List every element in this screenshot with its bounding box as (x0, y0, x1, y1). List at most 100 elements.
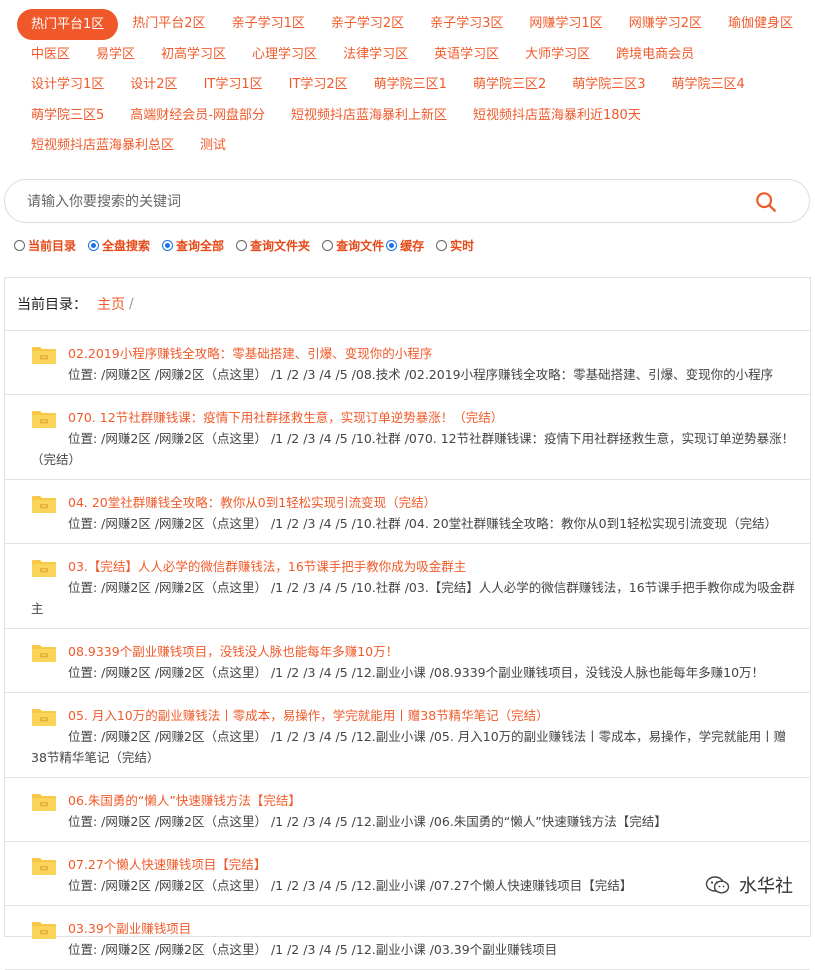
folder-list: 02.2019小程序赚钱全攻略：零基础搭建、引爆、变现你的小程序位置: /网赚2… (5, 331, 810, 970)
list-item[interactable]: 03.【完结】人人必学的微信群赚钱法，16节课手把手教你成为吸金群主位置: /网… (5, 544, 810, 629)
category-tab[interactable]: 高端财经会员-网盘部分 (130, 101, 265, 131)
tab-row: 设计学习1区 设计2区 IT学习1区 IT学习2区 萌学院三区1 萌学院三区2 萌学院三区3… (14, 70, 804, 101)
folder-title-link[interactable]: 08.9339个副业赚钱项目，没钱没人脉也能每年多赚10万！ (31, 641, 800, 662)
category-tab[interactable]: 萌学院三区4 (672, 70, 745, 100)
folder-icon (31, 792, 57, 812)
category-tab[interactable]: 大师学习区 (525, 40, 590, 70)
radio-button[interactable] (386, 239, 398, 251)
folder-title-link[interactable]: 03.【完结】人人必学的微信群赚钱法，16节课手把手教你成为吸金群主 (31, 556, 800, 577)
breadcrumb-home-link[interactable]: 主页 (97, 294, 125, 314)
option-label: 查询全部 (176, 238, 225, 253)
radio-button[interactable] (162, 239, 174, 251)
category-tab[interactable]: 网赚学习2区 (629, 9, 702, 39)
search-icon[interactable] (755, 191, 777, 213)
option-label: 当前目录 (28, 238, 77, 253)
folder-icon (31, 707, 57, 727)
category-tab[interactable]: 网赚学习1区 (529, 9, 602, 39)
folder-title-link[interactable]: 06.朱国勇的“懒人”快速赚钱方法【完结】 (31, 790, 800, 811)
category-tabs: 热门平台1区 热门平台2区 亲子学习1区 亲子学习2区 亲子学习3区 网赚学习1区 网赚学习… (14, 8, 804, 162)
option-label: 实时 (450, 238, 475, 253)
breadcrumb-label: 当前目录： (17, 297, 87, 313)
option-label: 查询文件 (336, 238, 385, 253)
list-item[interactable]: 07.27个懒人快速赚钱项目【完结】 位置: /网赚2区 /网赚2区（点这里） /… (5, 842, 810, 906)
tab-row: 短视频抖店蓝海暴利总区 测试 (14, 131, 804, 162)
radio-button[interactable] (436, 239, 448, 251)
option-label: 查询文件夹 (250, 238, 311, 253)
category-tab[interactable]: 萌学院三区3 (572, 70, 645, 100)
option-label: 缓存 (400, 238, 425, 253)
option-5[interactable]: 查询文件 (322, 237, 384, 254)
option-3[interactable]: 查询全部 (162, 237, 224, 254)
category-tab[interactable]: 法律学习区 (343, 40, 408, 70)
option-1[interactable]: 当前目录 (14, 237, 76, 254)
folder-path: 位置: /网赚2区 /网赚2区（点这里） /1 /2 /3 /4 /5 /12.… (31, 729, 787, 765)
list-item[interactable]: 06.朱国勇的“懒人”快速赚钱方法【完结】位置: /网赚2区 /网赚2区（点这里… (5, 778, 810, 842)
category-tab[interactable]: 亲子学习3区 (430, 9, 503, 39)
category-tab[interactable]: 热门平台1区 (17, 8, 119, 40)
radio-button[interactable] (236, 239, 248, 251)
radio-button[interactable] (322, 239, 334, 251)
category-tab[interactable]: IT学习2区 (289, 70, 348, 100)
category-tab[interactable]: 萌学院三区2 (473, 70, 546, 100)
folder-icon (31, 558, 57, 578)
category-tab[interactable]: 心理学习区 (252, 40, 317, 70)
category-tab[interactable]: 设计学习1区 (31, 70, 104, 100)
list-item[interactable]: 03.39个副业赚钱项目 位置: /网赚2区 /网赚2区（点这里） /1 /2 /… (5, 906, 810, 970)
category-tab[interactable]: 短视频抖店蓝海暴利上新区 (291, 101, 447, 131)
list-item[interactable]: 08.9339个副业赚钱项目，没钱没人脉也能每年多赚10万！ 位置: /网赚2区 … (5, 629, 810, 693)
option-4[interactable]: 查询文件夹 (236, 237, 310, 254)
wechat-icon (705, 876, 730, 894)
list-item[interactable]: 070. 12节社群赚钱课：疫情下用社群拯救生意，实现订单逆势暴涨！（完结） 位置… (5, 395, 810, 480)
folder-icon (31, 494, 57, 514)
category-tab[interactable]: 萌学院三区5 (31, 101, 104, 131)
category-tab[interactable]: 亲子学习2区 (331, 9, 404, 39)
folder-title-link[interactable]: 02.2019小程序赚钱全攻略：零基础搭建、引爆、变现你的小程序 (31, 343, 800, 364)
category-tab[interactable]: 短视频抖店蓝海暴利总区 (31, 131, 174, 161)
category-tab[interactable]: 萌学院三区1 (374, 70, 447, 100)
folder-path: 位置: /网赚2区 /网赚2区（点这里） /1 /2 /3 /4 /5 /10.… (31, 580, 795, 616)
search-input[interactable] (25, 180, 749, 224)
folder-title-link[interactable]: 04. 20堂社群赚钱全攻略：教你从0到1轻松实现引流变现（完结） (31, 492, 800, 513)
folder-icon (31, 345, 57, 365)
tab-row: 萌学院三区5 高端财经会员-网盘部分 短视频抖店蓝海暴利上新区 短视频抖店蓝海暴利近1… (14, 101, 804, 132)
list-item[interactable]: 02.2019小程序赚钱全攻略：零基础搭建、引爆、变现你的小程序位置: /网赚2… (5, 331, 810, 395)
radio-button[interactable] (14, 239, 25, 251)
radio-button[interactable] (88, 239, 100, 251)
file-list-panel: 当前目录： 主页 / 02.2019小程序赚钱全攻略：零基础搭建、引爆、变现你的… (4, 277, 811, 970)
category-tab[interactable]: 测试 (200, 131, 226, 161)
tab-row: 中医区 易学区 初高学习区 心理学习区 法律学习区 英语学习区 大师学习区 跨境电商会员 (14, 40, 804, 71)
watermark-text: 水华社 (739, 876, 793, 897)
category-tab[interactable]: 瑜伽健身区 (728, 9, 793, 39)
watermark: 水华社 (705, 872, 793, 898)
category-tab[interactable]: 易学区 (96, 40, 135, 70)
folder-title-link[interactable]: 03.39个副业赚钱项目 (31, 918, 800, 939)
option-label: 全盘搜索 (102, 238, 151, 253)
category-tab[interactable]: 亲子学习1区 (232, 9, 305, 39)
search-options: 当前目录 全盘搜索 查询全部 查询文件夹 查询文件 缓存 实时 (14, 235, 486, 255)
folder-path: 位置: /网赚2区 /网赚2区（点这里） /1 /2 /3 /4 /5 /08.… (68, 367, 774, 382)
category-tab[interactable]: 热门平台2区 (132, 9, 205, 39)
breadcrumb: 当前目录： 主页 / (5, 278, 810, 331)
option-7[interactable]: 实时 (436, 237, 474, 254)
category-tab[interactable]: 中医区 (31, 40, 70, 70)
folder-path: 位置: /网赚2区 /网赚2区（点这里） /1 /2 /3 /4 /5 /12.… (68, 814, 667, 829)
category-tab[interactable]: IT学习1区 (204, 70, 263, 100)
list-item[interactable]: 04. 20堂社群赚钱全攻略：教你从0到1轻松实现引流变现（完结） 位置: /网赚… (5, 480, 810, 544)
breadcrumb-separator: / (129, 296, 134, 312)
option-2[interactable]: 全盘搜索 (88, 237, 150, 254)
folder-icon (31, 856, 57, 876)
folder-title-link[interactable]: 05. 月入10万的副业赚钱法丨零成本，易操作，学完就能用丨赠38节精华笔记（完… (31, 705, 800, 726)
option-6[interactable]: 缓存 (386, 237, 424, 254)
folder-icon (31, 920, 57, 940)
category-tab[interactable]: 设计2区 (130, 70, 177, 100)
folder-title-link[interactable]: 07.27个懒人快速赚钱项目【完结】 (31, 854, 800, 875)
folder-title-link[interactable]: 070. 12节社群赚钱课：疫情下用社群拯救生意，实现订单逆势暴涨！（完结） (31, 407, 800, 428)
folder-icon (31, 643, 57, 663)
category-tab[interactable]: 英语学习区 (434, 40, 499, 70)
category-tab[interactable]: 初高学习区 (161, 40, 226, 70)
list-item[interactable]: 05. 月入10万的副业赚钱法丨零成本，易操作，学完就能用丨赠38节精华笔记（完… (5, 693, 810, 778)
category-tab[interactable]: 短视频抖店蓝海暴利近180天 (473, 101, 641, 131)
category-tab[interactable]: 跨境电商会员 (616, 40, 694, 70)
folder-path: 位置: /网赚2区 /网赚2区（点这里） /1 /2 /3 /4 /5 /12.… (68, 665, 765, 680)
search-bar (4, 179, 810, 224)
